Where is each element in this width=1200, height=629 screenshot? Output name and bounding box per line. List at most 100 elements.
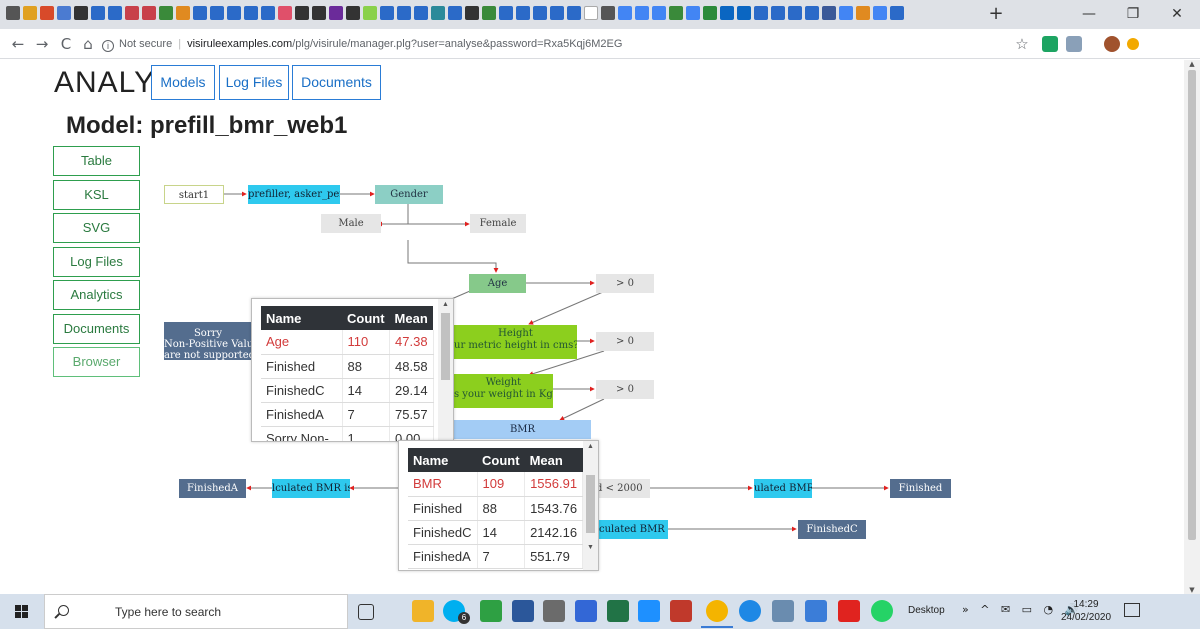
- side-log-files-button[interactable]: Log Files: [53, 247, 140, 277]
- tab-favicon[interactable]: [363, 6, 377, 20]
- table-row[interactable]: FinishedC 14 29.14: [261, 378, 434, 403]
- tab-favicon[interactable]: [108, 6, 122, 20]
- diagram-node-calc-right[interactable]: ulated BMR: [754, 479, 812, 498]
- windows-start-button[interactable]: [0, 594, 44, 629]
- extension-grammarly-icon[interactable]: [1042, 36, 1058, 52]
- side-analytics-button[interactable]: Analytics: [53, 280, 140, 310]
- tab-favicon[interactable]: [414, 6, 428, 20]
- forward-icon[interactable]: →: [32, 34, 52, 54]
- tab-favicon[interactable]: [176, 6, 190, 20]
- edge-icon[interactable]: [739, 600, 761, 622]
- diagram-node-male[interactable]: Male: [321, 214, 381, 233]
- tab-favicon[interactable]: [533, 6, 547, 20]
- stats-popup-age[interactable]: Name Count Mean Age 110 47.38 Finished 8…: [251, 298, 454, 442]
- reload-icon[interactable]: C: [56, 34, 76, 54]
- diagram-node-finishedC[interactable]: FinishedC: [798, 520, 866, 539]
- app-cloud-icon[interactable]: [805, 600, 827, 622]
- tab-favicon[interactable]: [788, 6, 802, 20]
- tab-favicon[interactable]: [142, 6, 156, 20]
- tab-favicon[interactable]: [312, 6, 326, 20]
- app-network-icon[interactable]: [638, 600, 660, 622]
- tab-favicon[interactable]: [57, 6, 71, 20]
- tab-favicon[interactable]: [822, 6, 836, 20]
- tab-favicon[interactable]: [635, 6, 649, 20]
- tab-favicon[interactable]: [482, 6, 496, 20]
- table-row[interactable]: FinishedA 7 75.57: [261, 402, 434, 427]
- excel-icon[interactable]: [607, 600, 629, 622]
- scroll-up-icon[interactable]: ▲: [441, 301, 450, 308]
- word-icon[interactable]: [512, 600, 534, 622]
- tab-favicon[interactable]: [278, 6, 292, 20]
- tab-favicon[interactable]: [856, 6, 870, 20]
- tab-favicon[interactable]: [244, 6, 258, 20]
- popup-scrollbar[interactable]: ▲: [438, 299, 453, 441]
- tab-favicon[interactable]: [567, 6, 581, 20]
- taskbar-search-box[interactable]: Type here to search: [44, 594, 348, 629]
- popup-scroll-thumb[interactable]: [586, 475, 595, 533]
- tab-favicon[interactable]: [720, 6, 734, 20]
- taskbar-clock[interactable]: 14:29 24/02/2020: [1058, 598, 1114, 624]
- desktop-toolbar-label[interactable]: Desktop: [908, 605, 945, 616]
- paint-icon[interactable]: [543, 600, 565, 622]
- acrobat-icon[interactable]: [838, 600, 860, 622]
- tab-favicon[interactable]: [805, 6, 819, 20]
- stats-popup-bmr[interactable]: Name Count Mean BMR 109 1556.91 Finished…: [398, 440, 599, 571]
- access-icon[interactable]: [670, 600, 692, 622]
- page-scrollbar[interactable]: ▲ ▼: [1184, 60, 1200, 594]
- scroll-up-icon[interactable]: ▲: [1188, 60, 1196, 68]
- nav-log-files-button[interactable]: Log Files: [219, 65, 289, 100]
- tab-favicon[interactable]: [40, 6, 54, 20]
- page-scroll-thumb[interactable]: [1188, 70, 1196, 540]
- nav-documents-button[interactable]: Documents: [292, 65, 381, 100]
- diagram-node-age[interactable]: Age: [469, 274, 526, 293]
- diagram-node-bmr-condition[interactable]: d < 2000: [596, 479, 650, 498]
- diagram-node-age-gt0[interactable]: > 0: [596, 274, 654, 293]
- file-explorer-icon[interactable]: [412, 600, 434, 622]
- diagram-node-gender[interactable]: Gender: [375, 185, 443, 204]
- tab-favicon[interactable]: [227, 6, 241, 20]
- tab-favicon[interactable]: [431, 6, 445, 20]
- popup-scrollbar[interactable]: ▲ ▼: [583, 441, 598, 570]
- tab-favicon[interactable]: [346, 6, 360, 20]
- tab-favicon[interactable]: [873, 6, 887, 20]
- tab-favicon[interactable]: [448, 6, 462, 20]
- side-table-button[interactable]: Table: [53, 146, 140, 176]
- whatsapp-icon[interactable]: [871, 600, 893, 622]
- table-row[interactable]: Age 110 47.38: [261, 330, 434, 355]
- tab-favicon[interactable]: [329, 6, 343, 20]
- back-icon[interactable]: ←: [8, 34, 28, 54]
- update-alert-icon[interactable]: [1127, 38, 1139, 50]
- chrome-icon[interactable]: [701, 600, 733, 628]
- extension-pen-icon[interactable]: [1066, 36, 1082, 52]
- tab-favicon[interactable]: [737, 6, 751, 20]
- info-icon[interactable]: i: [102, 40, 114, 52]
- diagram-node-height[interactable]: Height ur metric height in cms?: [454, 325, 577, 359]
- tab-favicon[interactable]: [686, 6, 700, 20]
- tab-favicon[interactable]: [295, 6, 309, 20]
- new-tab-button[interactable]: +: [985, 3, 1007, 25]
- app-green-icon[interactable]: [480, 600, 502, 622]
- maximize-icon[interactable]: ❐: [1111, 3, 1155, 25]
- table-row[interactable]: FinishedA 7 551.79: [408, 544, 584, 569]
- tab-favicon[interactable]: [703, 6, 717, 20]
- tab-favicon[interactable]: [6, 6, 20, 20]
- app-cert-icon[interactable]: [772, 600, 794, 622]
- tab-favicon[interactable]: [839, 6, 853, 20]
- tab-favicon[interactable]: [550, 6, 564, 20]
- tab-favicon[interactable]: [380, 6, 394, 20]
- tab-favicon[interactable]: [601, 6, 615, 20]
- scroll-up-icon[interactable]: ▲: [586, 443, 595, 450]
- tab-favicon-active[interactable]: [584, 6, 598, 20]
- diagram-node-weight[interactable]: Weight s your weight in Kgs: [454, 374, 553, 408]
- tab-favicon[interactable]: [125, 6, 139, 20]
- tab-favicon[interactable]: [754, 6, 768, 20]
- address-bar[interactable]: i Not secure | visiruleexamples.com/plg/vis…: [102, 33, 1012, 55]
- diagram-node-prefiller[interactable]: prefiller, asker_person: [248, 185, 340, 204]
- diagram-node-height-gt0[interactable]: > 0: [596, 332, 654, 351]
- tab-favicon[interactable]: [397, 6, 411, 20]
- task-view-icon[interactable]: [358, 604, 374, 620]
- tab-favicon[interactable]: [652, 6, 666, 20]
- table-row[interactable]: Finished 88 48.58: [261, 354, 434, 379]
- notification-center-icon[interactable]: [1124, 603, 1140, 617]
- diagram-node-sorry[interactable]: Sorry Non-Positive Values are not suppor…: [164, 322, 252, 360]
